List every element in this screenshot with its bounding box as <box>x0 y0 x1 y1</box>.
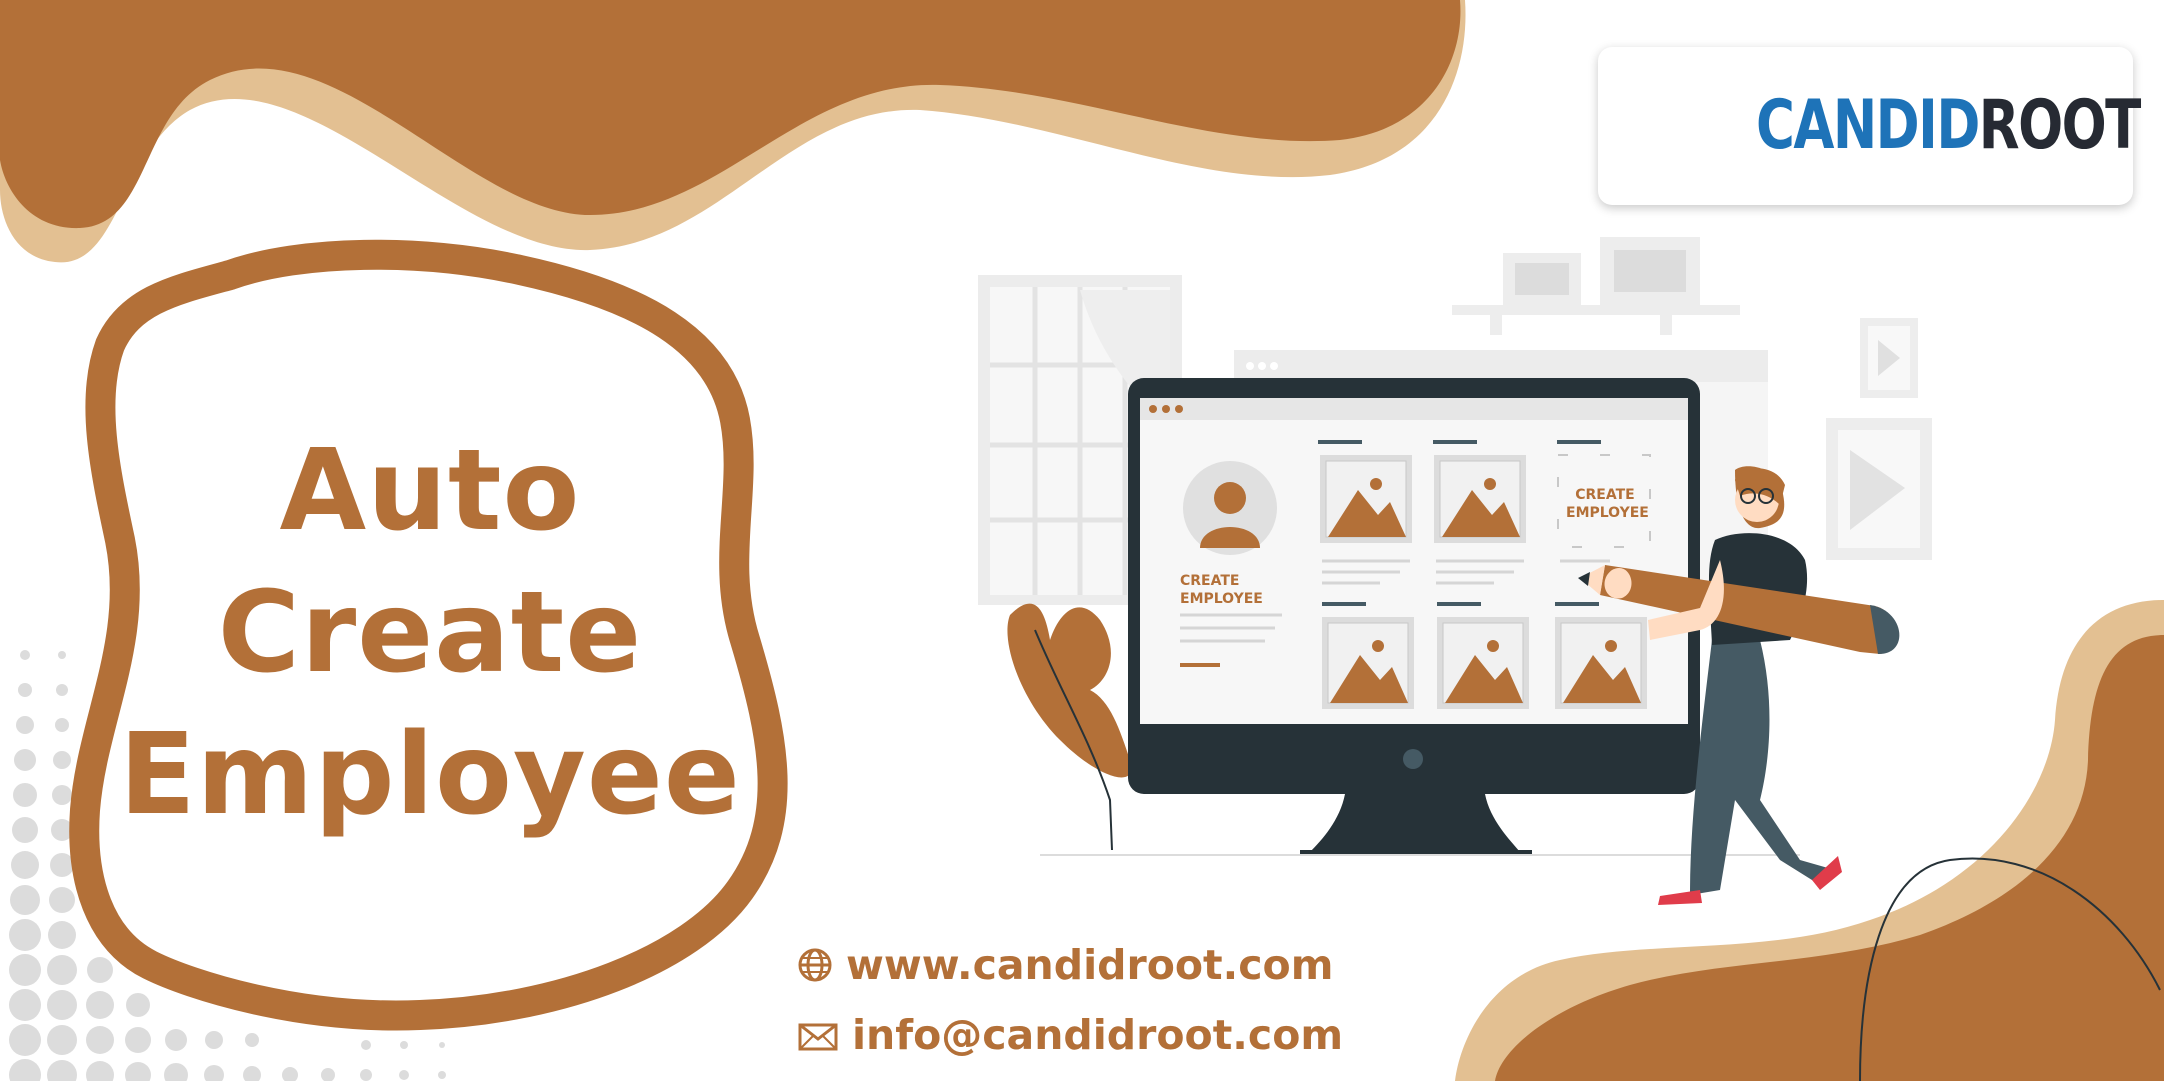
plant-illustration <box>1007 603 1132 851</box>
card-label-line-2: EMPLOYEE <box>1566 505 1649 521</box>
brand-logo-card[interactable]: CANDIDROOT <box>1598 47 2141 205</box>
top-wave-brown <box>0 0 1461 229</box>
headline: Auto Create Employee <box>100 420 760 846</box>
website-text: www.candidroot.com <box>846 941 1334 989</box>
card-label-line-1: CREATE <box>1575 487 1635 503</box>
card-create-employee-label: CREATE EMPLOYEE <box>1566 486 1649 522</box>
email-text: info@candidroot.com <box>852 1011 1344 1059</box>
shelf-illustration <box>1452 237 1740 335</box>
brand-logo-text: CANDIDROOT <box>1756 86 2142 165</box>
email-link[interactable]: info@candidroot.com <box>798 1010 1343 1063</box>
back-panel <box>1234 350 1768 382</box>
profile-label-line-1: CREATE <box>1180 573 1240 589</box>
headline-line-3: Employee <box>119 710 741 840</box>
headline-line-1: Auto <box>279 426 581 556</box>
wall-frames <box>1826 318 1932 560</box>
envelope-icon <box>798 1013 838 1063</box>
brand-name-part2: ROOT <box>1978 86 2142 165</box>
globe-icon <box>798 943 832 993</box>
website-link[interactable]: www.candidroot.com <box>798 940 1333 993</box>
brand-name-part1: CANDID <box>1756 86 1980 165</box>
profile-label-line-2: EMPLOYEE <box>1180 591 1263 607</box>
headline-line-2: Create <box>217 568 643 698</box>
profile-create-employee-label: CREATE EMPLOYEE <box>1180 572 1263 608</box>
